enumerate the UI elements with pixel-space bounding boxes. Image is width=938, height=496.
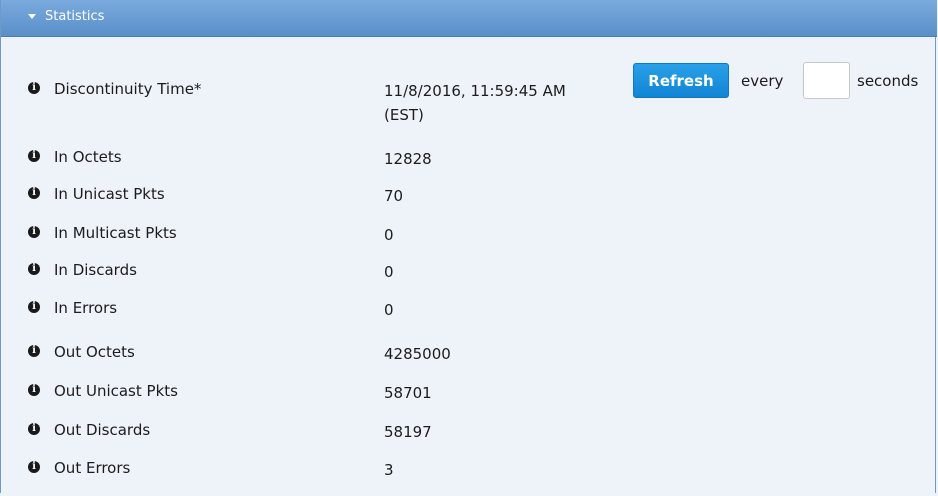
section-title: Statistics	[45, 9, 105, 24]
stat-row-out-discards: i Out Discards 58197	[1, 420, 937, 458]
stat-label: Out Errors	[54, 459, 131, 477]
stat-value: 4285000	[384, 345, 451, 363]
stat-label: In Errors	[54, 299, 118, 317]
stat-label: In Multicast Pkts	[54, 224, 177, 242]
stat-value: 58701	[384, 384, 432, 402]
stat-value: 70	[384, 187, 404, 205]
info-icon[interactable]: i	[28, 345, 40, 357]
stat-label: Out Unicast Pkts	[54, 382, 178, 400]
info-icon[interactable]: i	[28, 423, 40, 435]
refresh-interval-input[interactable]	[803, 62, 850, 99]
stat-label: In Octets	[54, 148, 122, 166]
stat-row-out-unicast-pkts: i Out Unicast Pkts 58701	[1, 381, 937, 419]
stat-value: 0	[384, 226, 394, 244]
refresh-button[interactable]: Refresh	[633, 63, 729, 98]
stat-value: 0	[384, 263, 394, 281]
stat-label: In Discards	[54, 261, 137, 279]
info-icon[interactable]: i	[28, 301, 40, 313]
info-icon[interactable]: i	[28, 263, 40, 275]
stat-label: Out Discards	[54, 421, 151, 439]
statistics-panel: Statistics i Discontinuity Time* 11/8/20…	[0, 0, 937, 496]
stat-row-in-multicast-pkts: i In Multicast Pkts 0	[1, 223, 937, 261]
stat-label: Out Octets	[54, 343, 135, 361]
info-icon[interactable]: i	[28, 226, 40, 238]
info-icon[interactable]: i	[28, 384, 40, 396]
info-icon[interactable]: i	[28, 82, 40, 94]
stat-value: 12828	[384, 150, 432, 168]
stat-row-in-unicast-pkts: i In Unicast Pkts 70	[1, 184, 937, 222]
info-icon[interactable]: i	[28, 461, 40, 473]
info-icon[interactable]: i	[28, 150, 40, 162]
stat-value: 3	[384, 461, 394, 479]
info-icon[interactable]: i	[28, 187, 40, 199]
stat-label: In Unicast Pkts	[54, 185, 165, 203]
stat-value: 58197	[384, 423, 432, 441]
stat-row-out-errors: i Out Errors 3	[1, 458, 937, 496]
stat-row-out-octets: i Out Octets 4285000	[1, 342, 937, 380]
every-label: every	[741, 72, 784, 90]
seconds-label: seconds	[857, 72, 919, 90]
section-header[interactable]: Statistics	[1, 0, 937, 37]
stat-row-in-errors: i In Errors 0	[1, 298, 937, 336]
stat-value: 0	[384, 301, 394, 319]
stat-row-in-discards: i In Discards 0	[1, 260, 937, 298]
stat-value-line2: (EST)	[384, 106, 424, 124]
caret-down-icon[interactable]	[28, 14, 36, 19]
stat-row-in-octets: i In Octets 12828	[1, 147, 937, 185]
stat-value-line1: 11/8/2016, 11:59:45 AM	[384, 82, 566, 100]
stat-label: Discontinuity Time*	[54, 80, 202, 98]
